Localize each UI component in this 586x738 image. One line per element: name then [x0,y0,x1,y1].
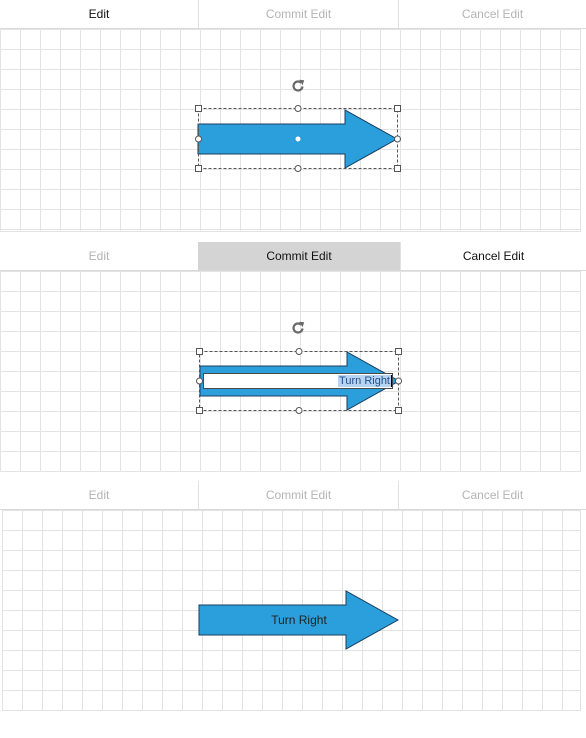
rotate-icon[interactable] [292,79,305,92]
panel-committed: Edit Commit Edit Cancel Edit Turn Right [0,481,586,713]
shape-layer [196,321,402,414]
text-caret [391,375,392,388]
rotate-icon[interactable] [292,321,305,334]
arrow-label: Turn Right [271,613,327,627]
text-edit-field[interactable]: Turn Right [203,373,393,389]
shape-layer [198,590,400,650]
panel-selected: Edit Commit Edit Cancel Edit [0,0,586,232]
panel-editing: Edit Commit Edit Cancel Edit Turn Right [0,242,586,472]
selected-text: Turn Right [338,375,391,387]
pin-point[interactable] [294,135,302,143]
shape-layer [195,79,401,172]
